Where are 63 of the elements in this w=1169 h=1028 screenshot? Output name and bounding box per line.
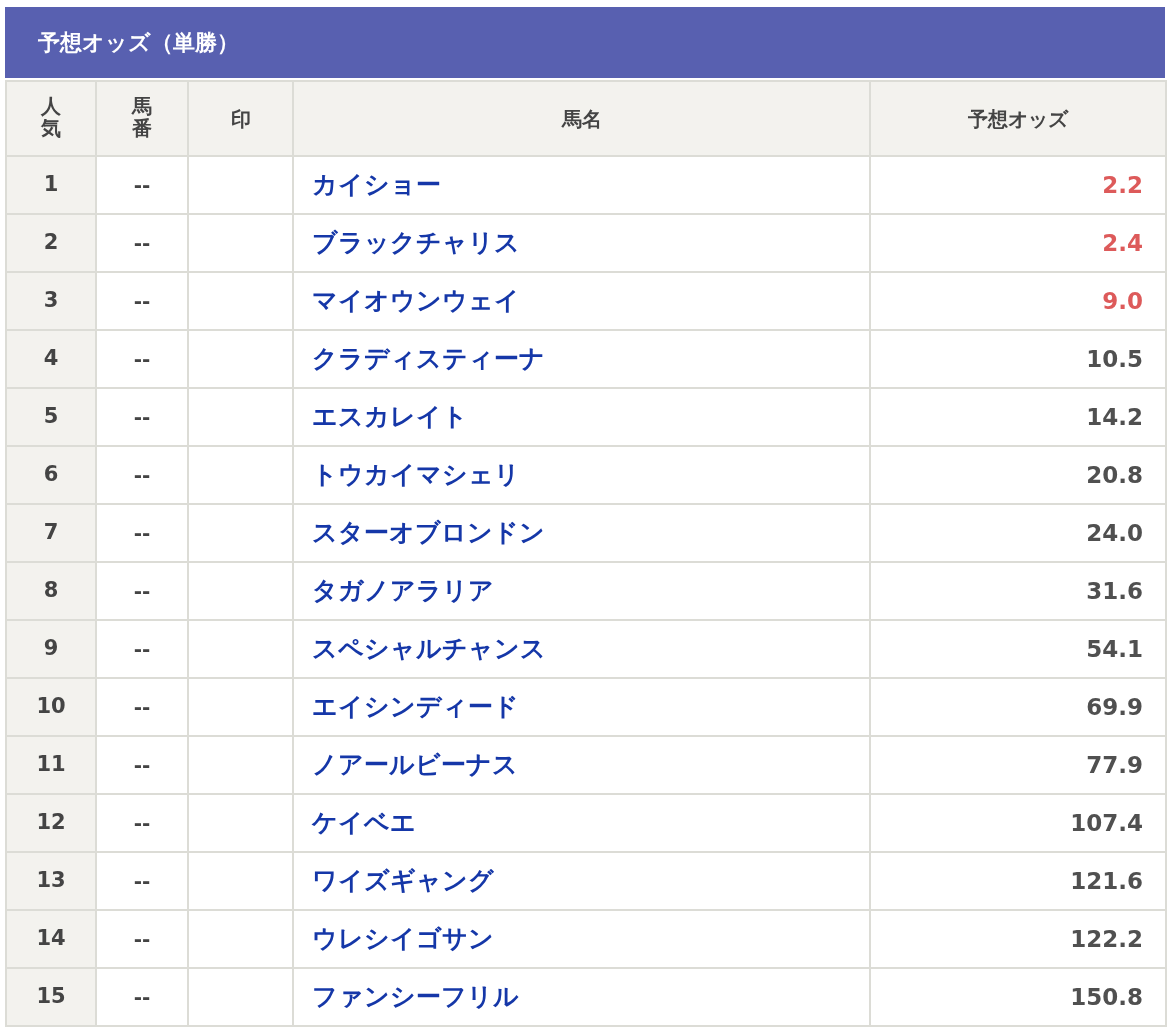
popularity-rank: 6 — [43, 462, 59, 487]
popularity-rank: 10 — [36, 694, 66, 719]
odds-value: 121.6 — [1070, 867, 1143, 894]
horse-number: -- — [133, 289, 151, 313]
popularity-rank: 11 — [36, 752, 66, 777]
horse-name-link[interactable]: トウカイマシェリ — [312, 460, 520, 490]
horse-number: -- — [133, 347, 151, 371]
horse-number: -- — [133, 173, 151, 197]
popularity-rank: 14 — [36, 926, 66, 951]
popularity-rank: 15 — [36, 984, 66, 1009]
odds-value: 150.8 — [1070, 983, 1143, 1010]
horse-name-link[interactable]: ファンシーフリル — [312, 982, 519, 1012]
horse-number: -- — [133, 869, 151, 893]
horse-number: -- — [133, 405, 151, 429]
horse-number: -- — [133, 231, 151, 255]
odds-value: 107.4 — [1070, 809, 1143, 836]
odds-value: 2.2 — [1102, 171, 1143, 198]
column-header: 馬名 — [561, 106, 602, 131]
odds-value: 14.2 — [1086, 403, 1143, 430]
popularity-rank: 9 — [43, 636, 59, 661]
horse-number: -- — [133, 521, 151, 545]
odds-value: 122.2 — [1070, 925, 1143, 952]
horse-name-link[interactable]: ノアールビーナス — [312, 750, 518, 780]
horse-number: -- — [133, 463, 151, 487]
horse-name-link[interactable]: エスカレイト — [312, 402, 468, 432]
horse-name-link[interactable]: ケイベエ — [312, 808, 416, 838]
horse-name-link[interactable]: エイシンディード — [312, 692, 519, 722]
horse-number: -- — [133, 695, 151, 719]
horse-number: -- — [133, 637, 151, 661]
odds-value: 77.9 — [1086, 751, 1143, 778]
horse-number: -- — [133, 985, 151, 1009]
horse-number: -- — [133, 927, 151, 951]
popularity-rank: 8 — [43, 578, 59, 603]
horse-name-link[interactable]: ブラックチャリス — [312, 228, 520, 258]
popularity-rank: 5 — [43, 404, 59, 429]
horse-name-link[interactable]: ウレシイゴサン — [312, 924, 494, 954]
horse-name-link[interactable]: カイショー — [312, 170, 441, 200]
column-header: 人気 — [41, 94, 61, 139]
horse-name-link[interactable]: マイオウンウェイ — [312, 286, 520, 316]
popularity-rank: 1 — [43, 172, 59, 197]
odds-value: 54.1 — [1086, 635, 1143, 662]
popularity-rank: 3 — [43, 288, 59, 313]
odds-value: 69.9 — [1086, 693, 1143, 720]
popularity-rank: 4 — [43, 346, 59, 371]
popularity-rank: 12 — [36, 810, 66, 835]
column-header: 予想オッズ — [968, 106, 1068, 131]
popularity-rank: 2 — [43, 230, 59, 255]
odds-value: 2.4 — [1102, 229, 1143, 256]
odds-value: 31.6 — [1086, 577, 1143, 604]
odds-value: 9.0 — [1102, 287, 1143, 314]
horse-name-link[interactable]: タガノアラリア — [312, 576, 494, 606]
popularity-rank: 7 — [43, 520, 59, 545]
table-title-bar: 予想オッズ（単勝） — [5, 7, 1165, 78]
popularity-rank: 13 — [36, 868, 66, 893]
horse-number: -- — [133, 579, 151, 603]
odds-value: 24.0 — [1086, 519, 1143, 546]
horse-number: -- — [133, 753, 151, 777]
horse-name-link[interactable]: ワイズギャング — [312, 866, 494, 896]
horse-number: -- — [133, 811, 151, 835]
column-header: 印 — [230, 106, 251, 131]
odds-value: 10.5 — [1086, 345, 1143, 372]
odds-value: 20.8 — [1086, 461, 1143, 488]
column-header: 馬番 — [132, 94, 152, 139]
